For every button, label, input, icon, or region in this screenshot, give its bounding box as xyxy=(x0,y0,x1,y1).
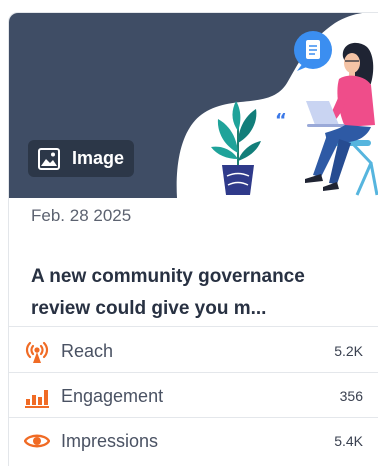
media-type-label: Image xyxy=(72,148,125,168)
divider xyxy=(9,372,378,373)
impressions-eye-icon xyxy=(24,428,50,454)
metric-label-impressions: Impressions xyxy=(61,430,159,451)
post-title[interactable]: A new community governance review could … xyxy=(31,261,366,325)
divider xyxy=(9,417,378,418)
reach-antenna-icon xyxy=(24,338,50,364)
metric-value-impressions: 5.4K xyxy=(334,433,363,449)
metric-row-reach: Reach 5.2K xyxy=(9,329,378,373)
media-type-badge: Image xyxy=(28,140,134,177)
divider xyxy=(9,326,378,327)
metric-value-reach: 5.2K xyxy=(334,343,363,359)
post-thumbnail: “ Image xyxy=(9,13,378,198)
metric-label-reach: Reach xyxy=(61,340,114,361)
metric-label-engagement: Engagement xyxy=(61,385,164,406)
post-date: Feb. 28 2025 xyxy=(31,206,132,225)
metric-row-impressions: Impressions 5.4K xyxy=(9,419,378,463)
post-title-line-1: A new community governance xyxy=(31,266,305,287)
metric-value-engagement: 356 xyxy=(339,388,363,404)
post-title-line-2: review could give you m... xyxy=(31,298,267,319)
svg-text:“: “ xyxy=(275,110,287,131)
image-icon xyxy=(38,147,60,170)
post-card[interactable]: “ Image Feb. 28 2025 A new community gov… xyxy=(8,12,378,466)
metric-row-engagement: Engagement 356 xyxy=(9,374,378,418)
engagement-bars-icon xyxy=(24,383,50,409)
